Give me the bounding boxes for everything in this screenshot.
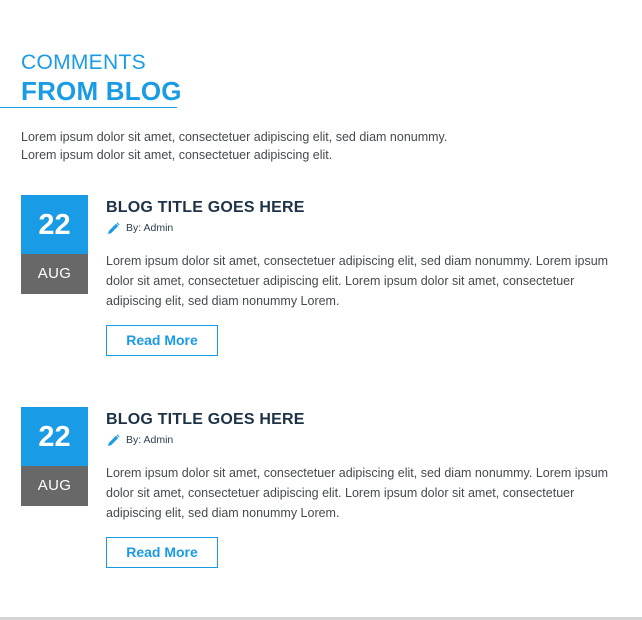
section-heading-small: COMMENTS [21, 51, 146, 74]
pencil-icon [107, 221, 120, 235]
post-date-month: AUG [21, 466, 88, 506]
blog-post: 22 AUG BLOG TITLE GOES HERE By: Admin Lo… [0, 195, 642, 375]
post-meta: By: Admin [107, 221, 173, 235]
read-more-button[interactable]: Read More [106, 325, 218, 356]
section-heading-large: FROM BLOG [21, 76, 182, 106]
pencil-icon [107, 433, 120, 447]
section-intro-text: Lorem ipsum dolor sit amet, consectetuer… [21, 130, 448, 162]
post-excerpt: Lorem ipsum dolor sit amet, consectetuer… [106, 466, 609, 520]
blog-post: 22 AUG BLOG TITLE GOES HERE By: Admin Lo… [0, 407, 642, 587]
read-more-button[interactable]: Read More [106, 537, 218, 568]
post-excerpt: Lorem ipsum dolor sit amet, consectetuer… [106, 254, 609, 308]
post-title[interactable]: BLOG TITLE GOES HERE [106, 198, 305, 218]
post-title[interactable]: BLOG TITLE GOES HERE [106, 410, 305, 430]
blog-comments-section: COMMENTS FROM BLOG Lorem ipsum dolor sit… [0, 0, 642, 620]
post-author: By: Admin [126, 222, 174, 234]
post-date-month: AUG [21, 254, 88, 294]
post-author: By: Admin [126, 434, 174, 446]
post-date-day: 22 [21, 195, 88, 254]
post-meta: By: Admin [107, 433, 173, 447]
heading-underline [0, 107, 177, 108]
post-date-day: 22 [21, 407, 88, 466]
